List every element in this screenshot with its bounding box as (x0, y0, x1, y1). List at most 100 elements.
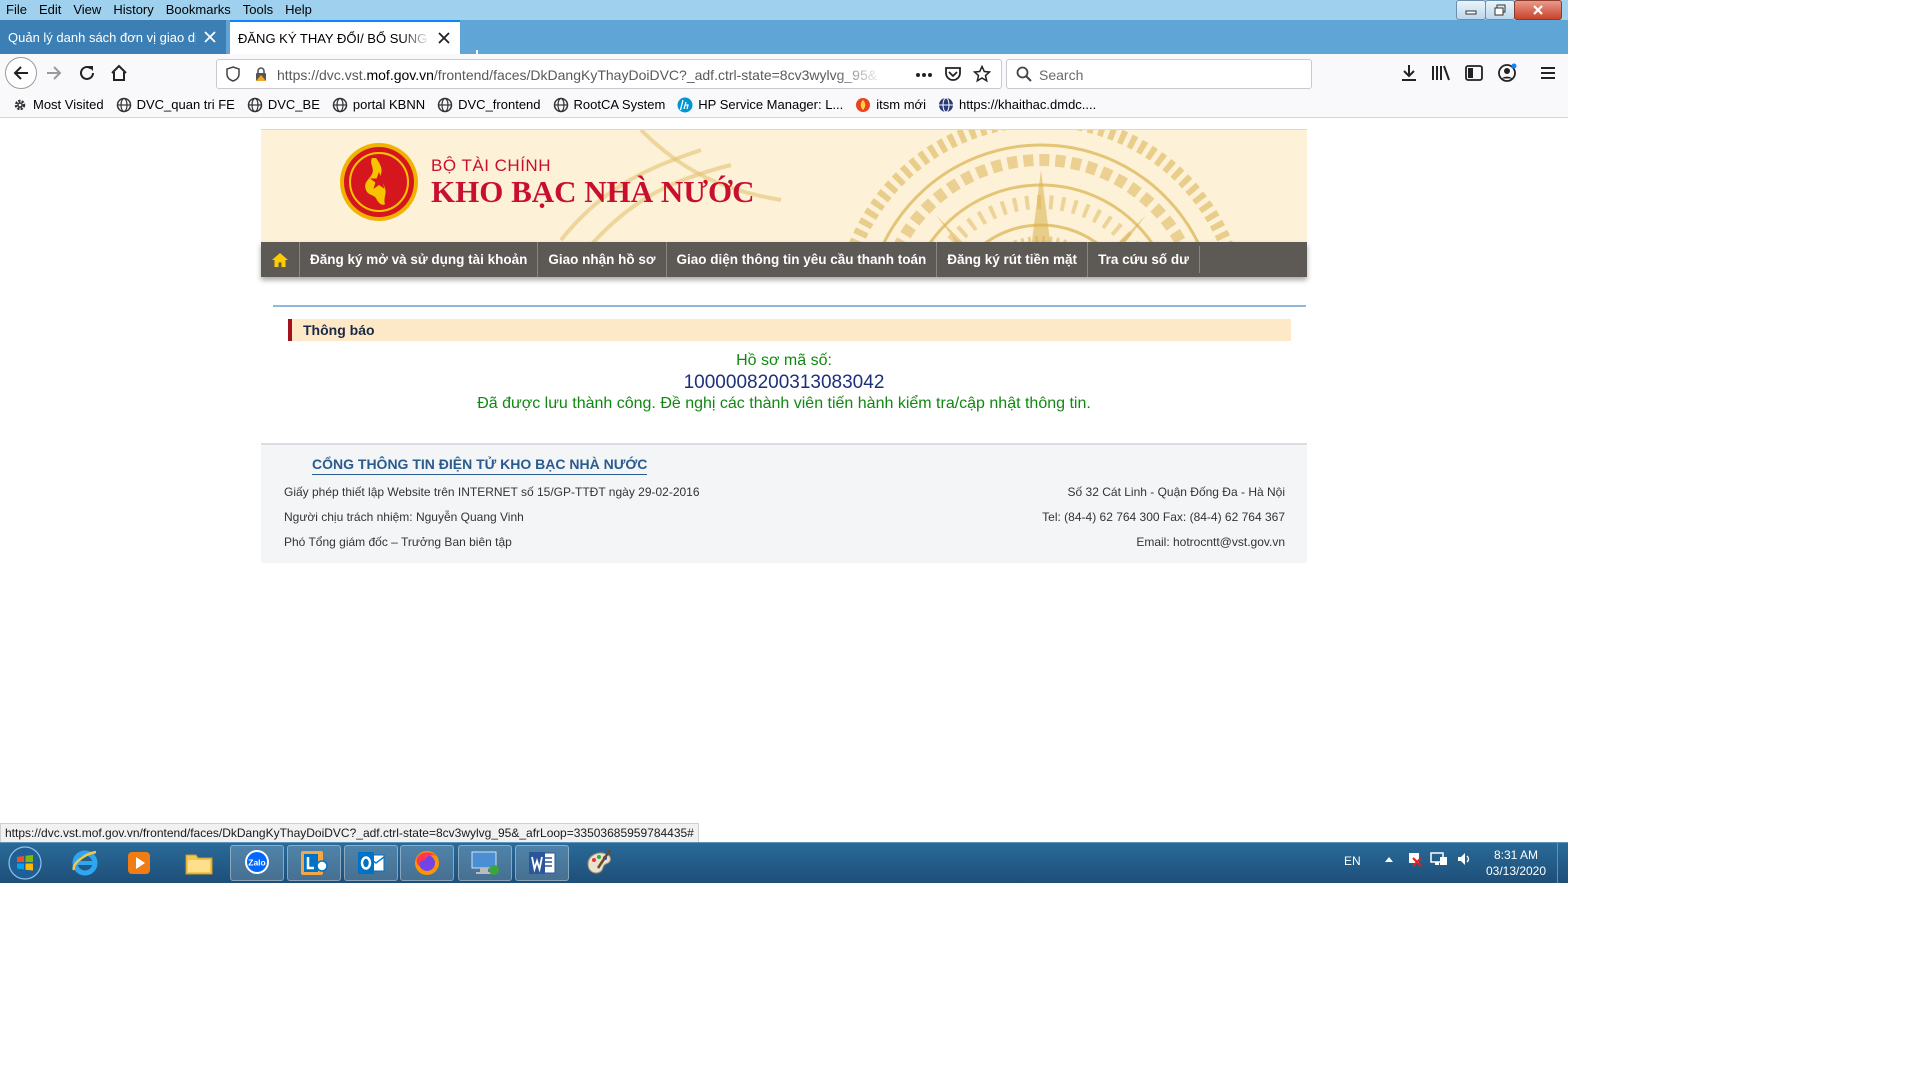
account-button[interactable] (1493, 59, 1521, 87)
page-actions-icon[interactable] (915, 72, 933, 78)
tab-close-button[interactable] (436, 30, 452, 46)
menu-bookmarks[interactable]: Bookmarks (160, 1, 237, 19)
notice-title: Thông báo (303, 322, 375, 338)
reload-button[interactable] (73, 59, 101, 87)
nav-yeu-cau-thanh-toan[interactable]: Giao diện thông tin yêu cầu thanh toán (665, 242, 937, 277)
content-divider (273, 305, 1306, 307)
url-path: /frontend/faces/DkDangKyThayDoiDVC?_adf.… (433, 67, 878, 83)
lync-icon (301, 851, 328, 875)
menu-file[interactable]: File (0, 1, 33, 19)
volume-icon[interactable] (1456, 851, 1474, 867)
firefox-icon (415, 851, 439, 875)
taskbar-file-explorer[interactable] (172, 845, 226, 881)
network-icon[interactable] (1430, 851, 1448, 867)
menu-view[interactable]: View (67, 1, 107, 19)
chevron-up-icon[interactable] (1384, 855, 1394, 863)
window-controls (1456, 0, 1562, 20)
tab-close-button[interactable] (202, 29, 218, 45)
taskbar-word[interactable] (515, 845, 569, 881)
close-window-button[interactable] (1514, 0, 1562, 20)
library-button[interactable] (1427, 59, 1455, 87)
show-desktop-button[interactable] (1557, 843, 1568, 883)
paint-icon (587, 849, 612, 874)
action-center-icon[interactable] (1406, 851, 1422, 867)
bookmark-rootca-system[interactable]: RootCA System (553, 97, 665, 113)
back-button[interactable] (5, 57, 37, 89)
home-button[interactable] (105, 59, 133, 87)
bookmark-portal-kbnn[interactable]: portal KBNN (332, 97, 425, 113)
bookmark-label: https://khaithac.dmdc.... (958, 97, 1097, 112)
globe-icon (553, 97, 568, 112)
menu-help[interactable]: Help (279, 1, 318, 19)
taskbar-outlook[interactable] (344, 845, 398, 881)
taskbar-internet-explorer[interactable] (58, 845, 112, 881)
arrow-left-icon (13, 66, 28, 80)
sidebar-icon (1465, 65, 1483, 81)
bookmark-label: HP Service Manager: L... (698, 97, 844, 112)
taskbar-firefox[interactable] (400, 845, 454, 881)
success-message: Đã được lưu thành công. Đề nghị các thàn… (477, 395, 1091, 412)
lock-warning-icon[interactable] (253, 66, 269, 82)
home-icon (111, 64, 127, 81)
language-indicator[interactable]: EN (1344, 854, 1361, 868)
taskbar-lync[interactable] (287, 845, 341, 881)
bookmark-hp-service-manager[interactable]: HP Service Manager: L... (677, 97, 843, 113)
forward-button[interactable] (40, 59, 68, 87)
bookmark-label: Most Visited (33, 97, 104, 112)
nav-giao-nhan-ho-so[interactable]: Giao nhận hồ sơ (537, 242, 665, 277)
ministry-name: BỘ TÀI CHÍNH (431, 156, 551, 175)
bookmark-dvc-be[interactable]: DVC_BE (247, 97, 320, 113)
search-bar[interactable]: Search (1006, 59, 1312, 89)
restore-button[interactable] (1485, 0, 1515, 20)
tab-bar: Quản lý danh sách đơn vị giao dịch ĐĂNG … (0, 20, 1568, 64)
footer-address: Số 32 Cát Linh - Quận Đống Đa - Hà Nội (1067, 485, 1285, 499)
menu-history[interactable]: History (107, 1, 159, 19)
star-icon[interactable] (973, 65, 991, 83)
globe-icon (938, 97, 953, 112)
taskbar-paint[interactable] (572, 845, 626, 881)
taskbar-zalo[interactable]: Zalo (230, 845, 284, 881)
record-code-value: 1000008200313083042 (683, 372, 885, 393)
bookmark-most-visited[interactable]: Most Visited (12, 97, 104, 113)
arrow-right-icon (47, 66, 62, 80)
nav-dang-ky-mo-tai-khoan[interactable]: Đăng ký mở và sử dụng tài khoản (299, 242, 537, 277)
download-icon (1402, 65, 1416, 81)
bookmark-dvc-quan-tri-fe[interactable]: DVC_quan tri FE (116, 97, 235, 113)
minimize-icon (1465, 10, 1477, 15)
bookmark-label: DVC_quan tri FE (136, 97, 235, 112)
sidebar-button[interactable] (1460, 59, 1488, 87)
bookmark-khaithac-dmdc[interactable]: https://khaithac.dmdc.... (938, 97, 1096, 113)
record-code-label: Hồ sơ mã số: (736, 352, 832, 369)
bookmarks-toolbar: Most Visited DVC_quan tri FE DVC_BE port… (0, 92, 1568, 118)
system-clock[interactable]: 8:31 AM 03/13/2020 (1476, 847, 1556, 879)
page-content: BỘ TÀI CHÍNH KHO BẠC NHÀ NƯỚC Đăng ký mở… (0, 118, 1568, 823)
footer-position: Phó Tổng giám đốc – Trưởng Ban biên tập (284, 535, 512, 549)
search-icon (1016, 66, 1032, 82)
bookmark-itsm-moi[interactable]: itsm mới (855, 97, 926, 113)
pocket-icon[interactable] (944, 65, 962, 83)
taskbar-media-player[interactable] (112, 845, 166, 881)
tab-dang-ky-thay-doi[interactable]: ĐĂNG KÝ THAY ĐỔI/ BỔ SUNG DỊCH VỤ CÔNG (230, 20, 460, 54)
menu-tools[interactable]: Tools (237, 1, 279, 19)
main-navigation: Đăng ký mở và sử dụng tài khoản Giao nhậ… (261, 242, 1307, 277)
nav-home-button[interactable] (261, 242, 299, 277)
minimize-button[interactable] (1456, 0, 1486, 20)
nav-dang-ky-rut-tien-mat[interactable]: Đăng ký rút tiền mặt (936, 242, 1087, 277)
taskbar-remote-desktop[interactable] (458, 845, 512, 881)
tab-don-vi-giao-dich[interactable]: Quản lý danh sách đơn vị giao dịch (0, 20, 226, 54)
ie-icon (72, 850, 98, 876)
zalo-icon: Zalo (245, 850, 269, 874)
treasury-name: KHO BẠC NHÀ NƯỚC (431, 174, 755, 209)
url-text[interactable]: https://dvc.vst.mof.gov.vn/frontend/face… (277, 67, 883, 83)
nav-tra-cuu-so-du[interactable]: Tra cứu số dư (1087, 242, 1199, 277)
file-explorer-icon (185, 854, 213, 875)
menu-edit[interactable]: Edit (33, 1, 67, 19)
menu-button[interactable] (1534, 59, 1562, 87)
bookmark-dvc-frontend[interactable]: DVC_frontend (437, 97, 541, 113)
notice-header: Thông báo (288, 319, 1291, 341)
downloads-button[interactable] (1395, 59, 1423, 87)
footer-email: Email: hotrocntt@vst.gov.vn (1136, 535, 1285, 549)
address-bar[interactable]: https://dvc.vst.mof.gov.vn/frontend/face… (216, 59, 1002, 89)
globe-icon (437, 97, 453, 112)
start-button[interactable] (5, 845, 45, 881)
